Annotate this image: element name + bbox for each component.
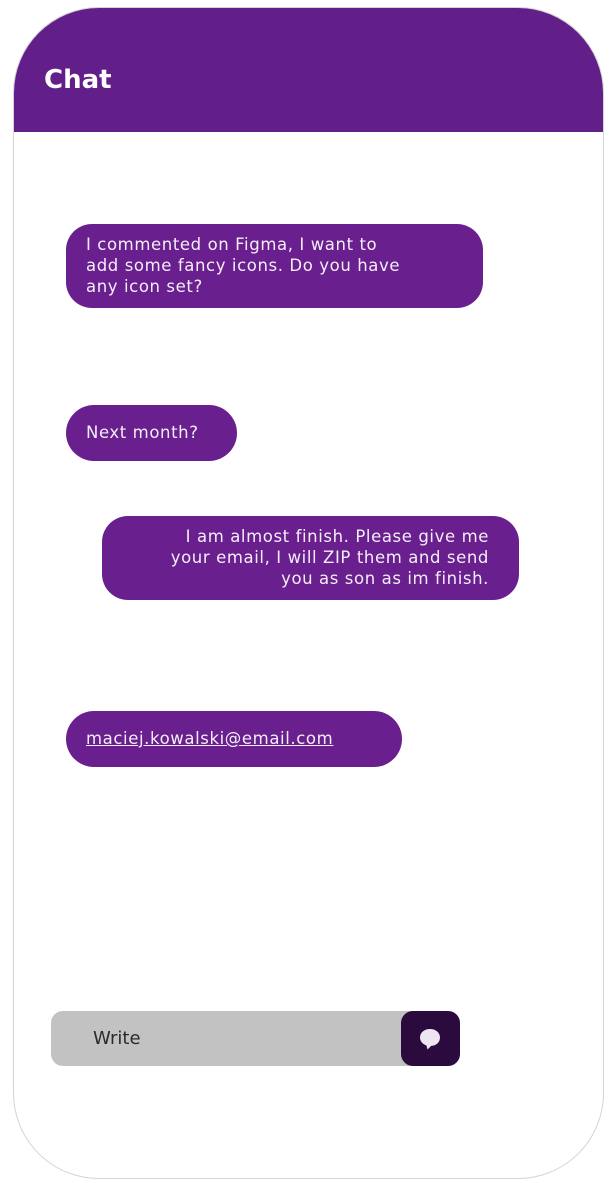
message-composer [51,1011,460,1066]
message-bubble-received: I commented on Figma, I want to add some… [66,224,483,308]
page-title: Chat [44,65,112,95]
message-text: Next month? [86,423,199,442]
phone-frame: Chat I commented on Figma, I want to add… [13,7,604,1179]
email-link[interactable]: maciej.kowalski@email.com [86,729,333,748]
send-button[interactable] [401,1011,460,1066]
message-input[interactable] [51,1011,397,1066]
chat-bubble-icon [420,1029,440,1050]
message-text: I commented on Figma, I want to add some… [86,235,401,296]
message-text: I am almost finish. Please give me your … [170,527,489,588]
app-header: Chat [14,8,603,132]
message-bubble-sent: I am almost finish. Please give me your … [102,516,519,600]
message-bubble-received: Next month? [66,405,237,461]
message-bubble-received: maciej.kowalski@email.com [66,711,402,767]
